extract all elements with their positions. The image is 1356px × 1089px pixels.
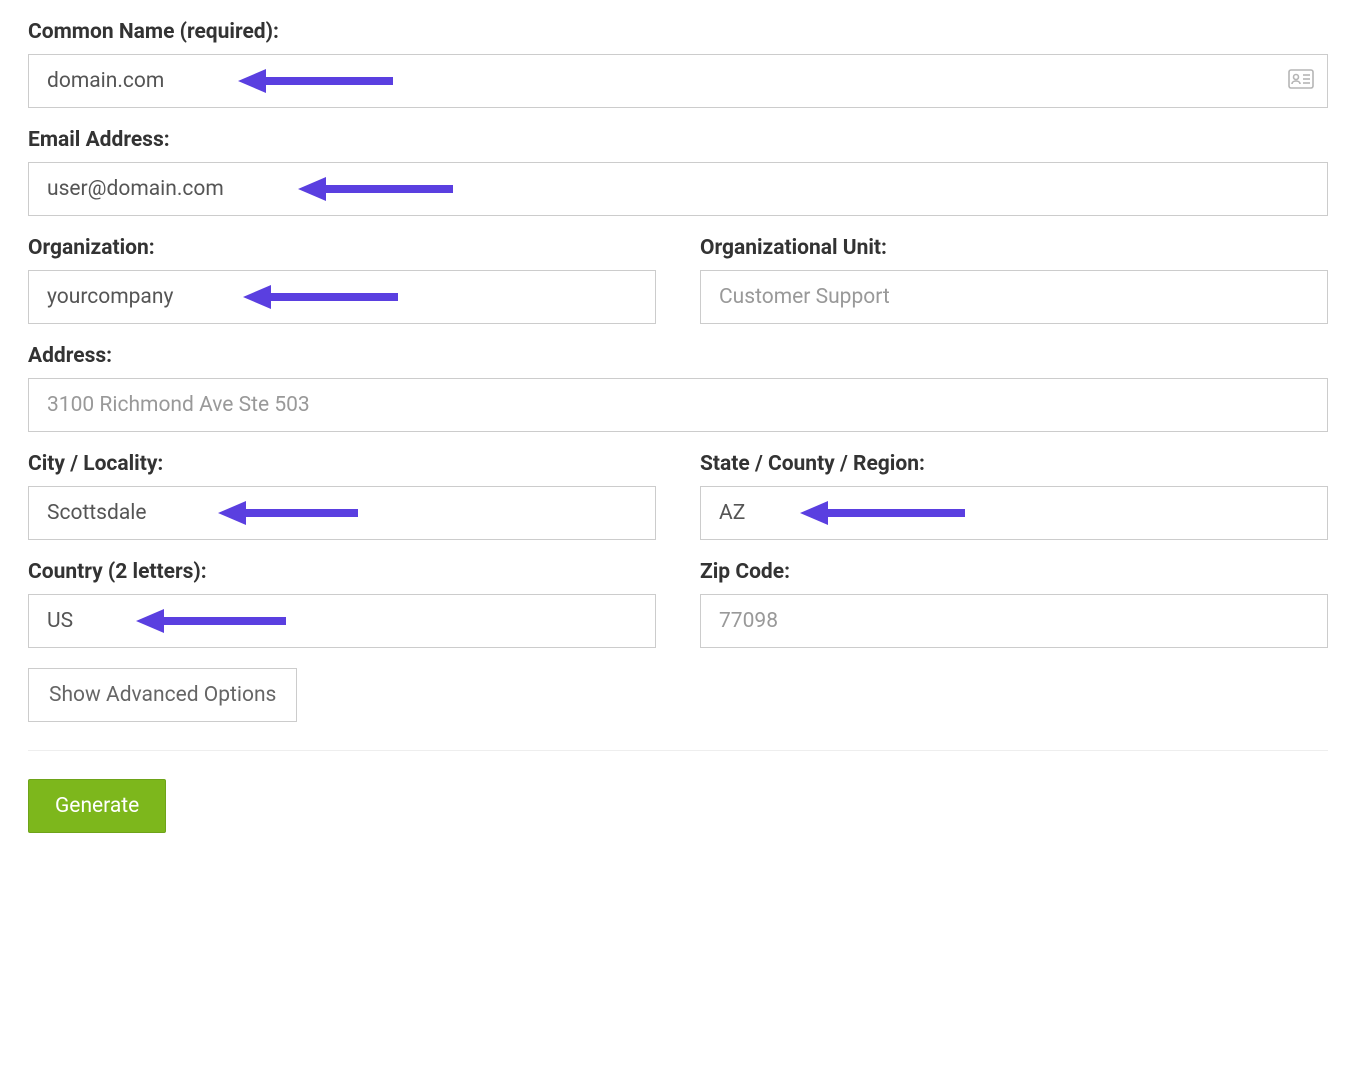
id-card-icon [1288, 69, 1314, 93]
organization-label: Organization: [28, 236, 656, 260]
email-input[interactable] [28, 162, 1328, 216]
divider [28, 750, 1328, 751]
org-unit-input[interactable] [700, 270, 1328, 324]
state-label: State / County / Region: [700, 452, 1328, 476]
address-label: Address: [28, 344, 1328, 368]
state-input[interactable] [700, 486, 1328, 540]
city-label: City / Locality: [28, 452, 656, 476]
organization-input[interactable] [28, 270, 656, 324]
zip-label: Zip Code: [700, 560, 1328, 584]
zip-input[interactable] [700, 594, 1328, 648]
org-unit-label: Organizational Unit: [700, 236, 1328, 260]
common-name-input[interactable] [28, 54, 1328, 108]
country-input[interactable] [28, 594, 656, 648]
generate-button[interactable]: Generate [28, 779, 166, 833]
address-input[interactable] [28, 378, 1328, 432]
city-input[interactable] [28, 486, 656, 540]
country-label: Country (2 letters): [28, 560, 656, 584]
email-label: Email Address: [28, 128, 1328, 152]
show-advanced-button[interactable]: Show Advanced Options [28, 668, 297, 722]
common-name-label: Common Name (required): [28, 20, 1328, 44]
